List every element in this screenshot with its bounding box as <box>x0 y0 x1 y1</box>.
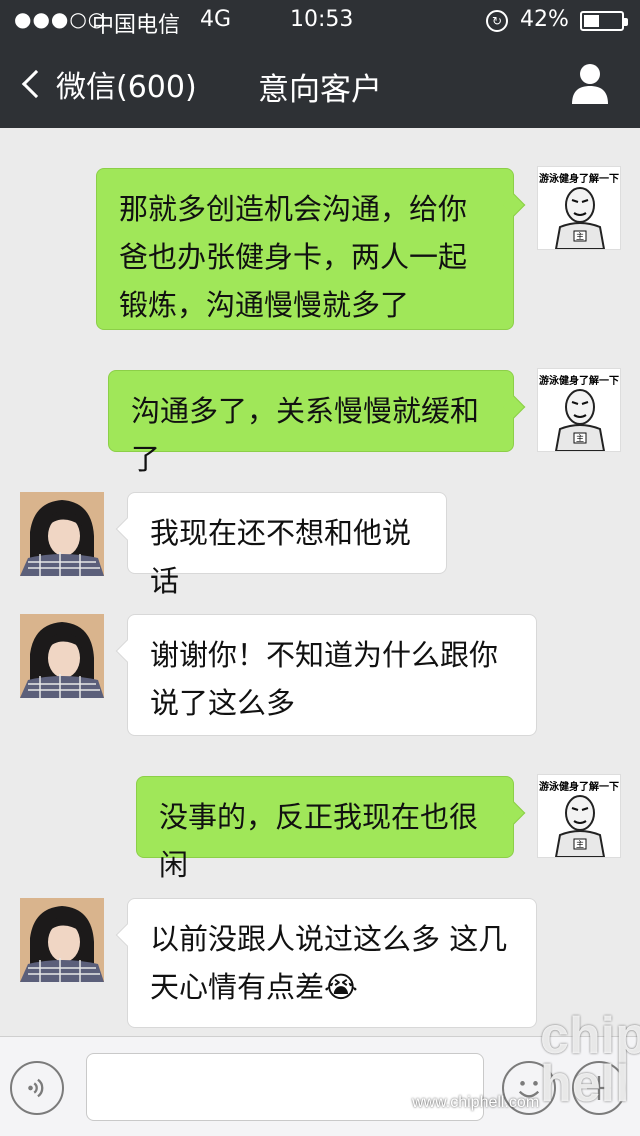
avatar[interactable]: 游泳健身了解一下 主 <box>537 166 621 250</box>
bubble-tail <box>502 395 526 419</box>
carrier-name: 中国电信 <box>92 13 181 38</box>
message-bubble[interactable]: 以前没跟人说过这么多 这几天心情有点差😭 <box>115 898 537 1028</box>
page-title: 意向客户 <box>258 72 382 108</box>
avatar[interactable]: 游泳健身了解一下 主 <box>537 368 621 452</box>
battery-nub <box>624 18 628 26</box>
message-bubble[interactable]: 谢谢你！不知道为什么跟你说了这么多 <box>115 614 537 736</box>
nav-bar: 微信(600) 意向客户 <box>0 40 640 128</box>
battery-percent: 42% <box>520 7 569 32</box>
avatar-caption: 游泳健身了解一下 <box>539 782 619 793</box>
battery-fill <box>584 15 599 27</box>
avatar[interactable] <box>20 492 104 576</box>
contact-photo <box>20 492 104 576</box>
message-bubble[interactable]: 没事的，反正我现在也很闲 <box>136 776 526 882</box>
contact-photo <box>20 898 104 982</box>
bubble-tail <box>115 517 139 541</box>
avatar[interactable] <box>20 898 104 982</box>
avatar[interactable]: 游泳健身了解一下 主 <box>537 774 621 858</box>
watermark-url: www.chiphell.com <box>412 1094 540 1111</box>
crying-emoji: 😭 <box>324 970 358 1004</box>
top-bar: ●●●○○ 中国电信 4G 10:53 ↻ 42% 微信(600) 意向客户 <box>0 0 640 128</box>
message-text: 没事的，反正我现在也很闲 <box>159 800 479 882</box>
message-text: 那就多创造机会沟通，给你爸也办张健身卡，两人一起锻炼，沟通慢慢就多了 <box>119 192 468 322</box>
message-text: 谢谢你！不知道为什么跟你说了这么多 <box>150 638 499 720</box>
message-bubble[interactable]: 沟通多了，关系慢慢就缓和了 <box>108 370 526 476</box>
battery-icon <box>580 11 628 31</box>
message-text: 我现在还不想和他说话 <box>150 516 412 598</box>
message-text: 沟通多了，关系慢慢就缓和了 <box>131 394 480 476</box>
svg-text:主: 主 <box>576 231 584 241</box>
contact-photo <box>20 614 104 698</box>
svg-text:主: 主 <box>576 839 584 849</box>
person-icon[interactable] <box>570 62 610 104</box>
watermark-logo: chip hell <box>540 1007 640 1113</box>
svg-text:主: 主 <box>576 433 584 443</box>
voice-icon[interactable] <box>10 1061 64 1115</box>
network-type: 4G <box>200 7 232 32</box>
avatar-caption: 游泳健身了解一下 <box>539 174 619 185</box>
status-time: 10:53 <box>290 7 354 32</box>
avatar-caption: 游泳健身了解一下 <box>539 376 619 387</box>
message-bubble[interactable]: 那就多创造机会沟通，给你爸也办张健身卡，两人一起锻炼，沟通慢慢就多了 <box>96 168 526 330</box>
chat-area[interactable]: 那就多创造机会沟通，给你爸也办张健身卡，两人一起锻炼，沟通慢慢就多了 游泳健身了… <box>0 128 640 1036</box>
bubble-tail <box>115 923 139 947</box>
message-bubble[interactable]: 我现在还不想和他说话 <box>115 492 447 598</box>
bubble-tail <box>502 193 526 217</box>
bubble-tail <box>502 801 526 825</box>
avatar[interactable] <box>20 614 104 698</box>
orientation-lock-icon: ↻ <box>486 10 508 32</box>
status-bar: ●●●○○ 中国电信 4G 10:53 ↻ 42% <box>0 0 640 40</box>
bubble-tail <box>115 639 139 663</box>
